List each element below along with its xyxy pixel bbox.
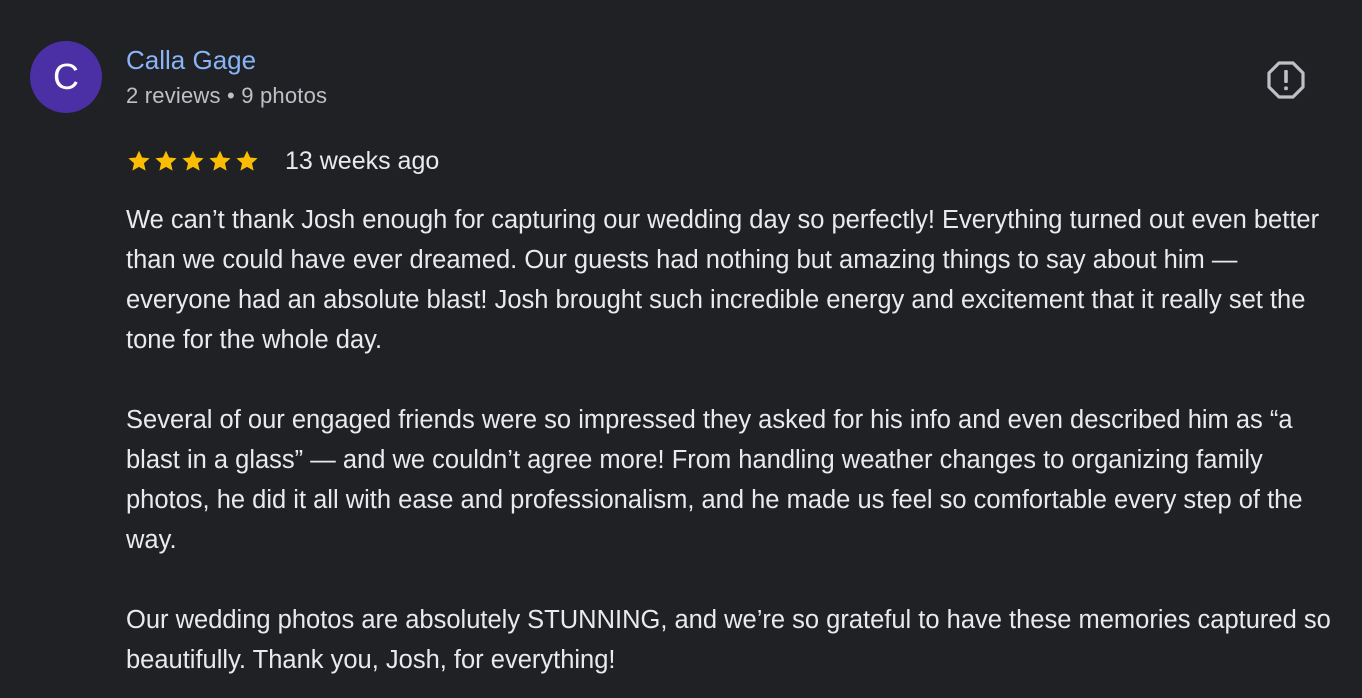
review-text: We can’t thank Josh enough for capturing…: [126, 200, 1336, 698]
star-icon: [236, 150, 258, 171]
report-flag-icon[interactable]: [1266, 60, 1306, 100]
reviewer-name-link[interactable]: Calla Gage: [126, 43, 256, 77]
star-icon: [128, 150, 150, 171]
star-icon: [209, 150, 231, 171]
rating-row: 13 weeks ago: [126, 144, 439, 178]
review-paragraph: Several of our engaged friends were so i…: [126, 406, 1303, 554]
star-icon: [155, 150, 177, 171]
star-rating: [126, 148, 260, 174]
review-card: C Calla Gage 2 reviews • 9 photos 13 wee…: [0, 0, 1362, 698]
avatar[interactable]: C: [30, 41, 102, 113]
review-paragraph: We can’t thank Josh enough for capturing…: [126, 206, 1320, 354]
review-time: 13 weeks ago: [285, 147, 440, 175]
review-paragraph: Our wedding photos are absolutely STUNNI…: [126, 606, 1331, 674]
star-icon: [182, 150, 204, 171]
reviewer-meta: 2 reviews • 9 photos: [126, 83, 328, 108]
